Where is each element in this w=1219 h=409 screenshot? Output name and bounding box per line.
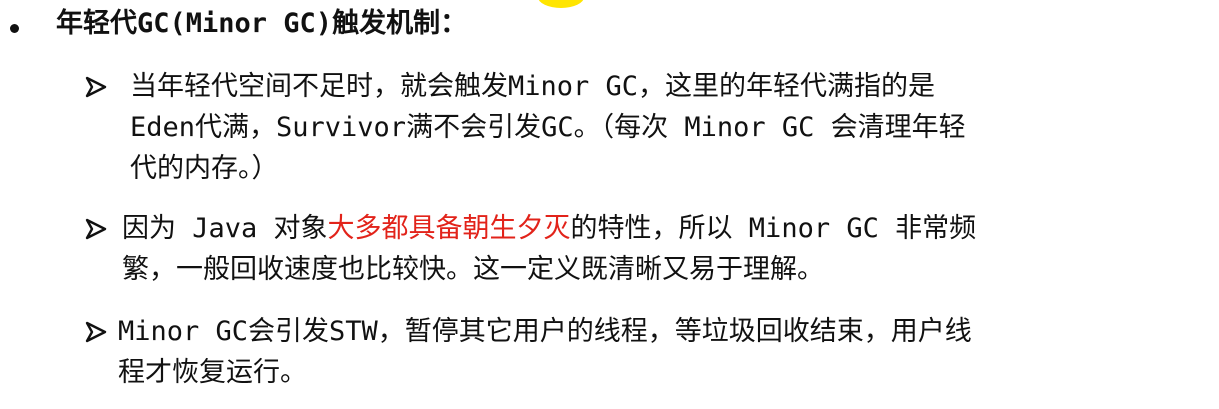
arrowhead-bullet-icon — [85, 76, 107, 98]
item-1-line-1: 当年轻代空间不足时，就会触发Minor GC，这里的年轻代满指的是 — [130, 71, 936, 102]
item-3-line-2: 程才恢复运行。 — [118, 357, 307, 388]
arrowhead-bullet-icon — [85, 321, 107, 343]
item-2-highlight-text: 大多都具备朝生夕灭 — [327, 213, 571, 244]
item-2-line-1: 因为 Java 对象大多都具备朝生夕灭的特性，所以 Minor GC 非常频 — [122, 209, 976, 249]
bullet-dot-icon — [10, 24, 19, 33]
item-1-line-3: 代的内存。） — [130, 153, 279, 184]
arrowhead-bullet-icon — [85, 218, 107, 240]
yellow-pointer-marker — [538, 0, 584, 8]
item-2-line-2: 繁，一般回收速度也比较快。这一定义既清晰又易于理解。 — [122, 254, 824, 285]
item-3-line-1: Minor GC会引发STW，暂停其它用户的线程，等垃圾回收结束，用户线 — [118, 316, 972, 347]
item-2-text-before: 因为 Java 对象 — [122, 213, 328, 244]
item-1-line-2: Eden代满，Survivor满不会引发GC。（每次 Minor GC 会清理年… — [130, 112, 966, 143]
item-2-text-after: 的特性，所以 Minor GC 非常频 — [570, 213, 977, 244]
section-heading: 年轻代GC(Minor GC)触发机制： — [56, 8, 468, 39]
